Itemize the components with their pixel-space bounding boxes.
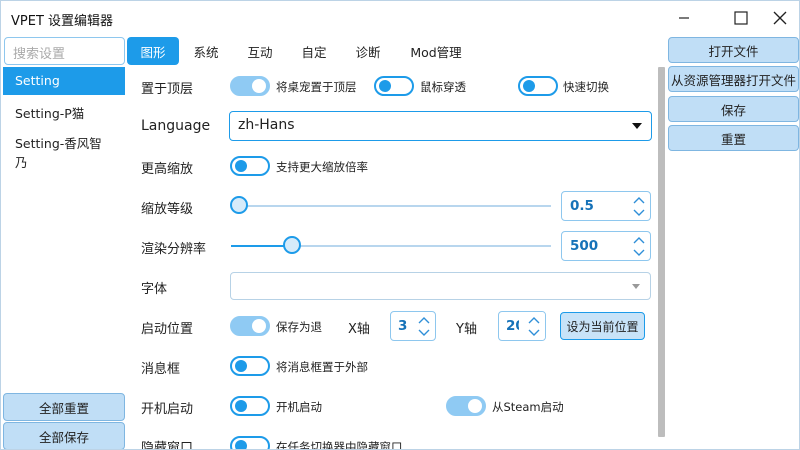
save-on-exit-toggle[interactable] <box>230 316 270 336</box>
hide-window-toggle-label: 在任务切换器中隐藏窗口 <box>276 440 403 450</box>
x-position-value: 3 <box>398 318 408 334</box>
render-resolution-label: 渲染分辨率 <box>141 242 207 257</box>
topmost-label: 置于顶层 <box>141 82 194 97</box>
render-resolution-value: 500 <box>570 238 599 254</box>
spin-down-icon[interactable] <box>632 247 646 259</box>
open-file-button[interactable]: 打开文件 <box>668 37 799 63</box>
reset-button[interactable]: 重置 <box>668 125 799 151</box>
render-resolution-slider-thumb[interactable] <box>283 236 301 254</box>
save-all-button[interactable]: 全部保存 <box>3 422 125 449</box>
spin-down-icon[interactable] <box>527 327 541 339</box>
steam-start-label: 从Steam启动 <box>492 400 564 414</box>
click-through-toggle[interactable] <box>374 76 414 96</box>
window-title: VPET 设置编辑器 <box>11 14 114 29</box>
app-window: VPET 设置编辑器 搜索设置 Setting Setting-P猫 Setti… <box>0 0 800 450</box>
spin-up-icon[interactable] <box>632 234 646 246</box>
spin-up-icon[interactable] <box>417 314 431 326</box>
zoom-higher-label: 更高缩放 <box>141 162 194 177</box>
chevron-down-icon <box>632 284 640 289</box>
language-select[interactable]: zh-Hans <box>229 111 652 141</box>
zoom-higher-toggle[interactable] <box>230 156 270 176</box>
zoom-level-label: 缩放等级 <box>141 202 194 217</box>
font-label: 字体 <box>141 282 168 297</box>
zoom-level-slider-track[interactable] <box>231 205 551 207</box>
title-bar: VPET 设置编辑器 <box>1 1 799 35</box>
language-label: Language <box>141 118 211 134</box>
message-box-label: 消息框 <box>141 362 181 377</box>
render-resolution-input[interactable]: 500 <box>561 231 651 261</box>
maximize-icon <box>734 11 748 25</box>
quick-switch-toggle[interactable] <box>518 76 558 96</box>
autostart-label: 开机启动 <box>141 402 194 417</box>
sidebar-item-setting-pcat[interactable]: Setting-P猫 <box>3 97 125 125</box>
autostart-toggle-label: 开机启动 <box>276 400 322 414</box>
y-axis-label: Y轴 <box>456 322 477 337</box>
save-button[interactable]: 保存 <box>668 96 799 122</box>
tab-graphics[interactable]: 图形 <box>127 37 179 65</box>
tab-interaction[interactable]: 互动 <box>237 37 283 65</box>
hide-window-toggle[interactable] <box>230 436 270 449</box>
tab-system[interactable]: 系统 <box>183 37 229 65</box>
zoom-level-slider-thumb[interactable] <box>230 196 248 214</box>
close-button[interactable] <box>757 1 799 35</box>
open-from-explorer-button[interactable]: 从资源管理器打开文件 <box>668 66 799 92</box>
x-position-input[interactable]: 3 <box>390 311 436 341</box>
font-select[interactable] <box>230 272 651 300</box>
click-through-label: 鼠标穿透 <box>420 80 466 94</box>
topmost-toggle[interactable] <box>230 76 270 96</box>
minimize-icon <box>679 17 689 19</box>
zoom-level-input[interactable]: 0.5 <box>561 191 651 221</box>
message-box-toggle[interactable] <box>230 356 270 376</box>
spin-down-icon[interactable] <box>417 327 431 339</box>
tab-diagnostics[interactable]: 诊断 <box>345 37 391 65</box>
spin-up-icon[interactable] <box>527 314 541 326</box>
message-box-toggle-label: 将消息框置于外部 <box>276 360 368 374</box>
spin-up-icon[interactable] <box>632 194 646 206</box>
spin-down-icon[interactable] <box>632 207 646 219</box>
tab-mod-management[interactable]: Mod管理 <box>401 37 471 65</box>
render-resolution-slider-fill <box>231 245 291 247</box>
topmost-toggle-label: 将桌宠置于顶层 <box>276 80 357 94</box>
close-icon <box>773 11 787 25</box>
sidebar-item-setting[interactable]: Setting <box>3 67 125 95</box>
quick-switch-label: 快速切换 <box>563 80 609 94</box>
tab-custom[interactable]: 自定 <box>291 37 337 65</box>
chevron-down-icon <box>632 123 642 129</box>
reset-all-button[interactable]: 全部重置 <box>3 393 125 421</box>
x-axis-label: X轴 <box>348 322 370 337</box>
y-position-input[interactable]: 20 <box>498 311 546 341</box>
language-value: zh-Hans <box>238 117 295 133</box>
sidebar-item-setting-chino[interactable]: Setting-香风智乃 <box>3 127 125 170</box>
hide-window-label: 隐藏窗口 <box>141 441 194 450</box>
autostart-toggle[interactable] <box>230 396 270 416</box>
content-scrollbar[interactable] <box>658 67 665 437</box>
start-position-label: 启动位置 <box>141 322 194 337</box>
zoom-level-value: 0.5 <box>570 198 594 214</box>
search-input[interactable]: 搜索设置 <box>4 37 125 65</box>
save-on-exit-label: 保存为退 <box>276 320 322 334</box>
set-current-position-button[interactable]: 设为当前位置 <box>560 312 645 340</box>
zoom-higher-toggle-label: 支持更大缩放倍率 <box>276 160 368 174</box>
steam-start-toggle[interactable] <box>446 396 486 416</box>
minimize-button[interactable] <box>661 1 707 35</box>
